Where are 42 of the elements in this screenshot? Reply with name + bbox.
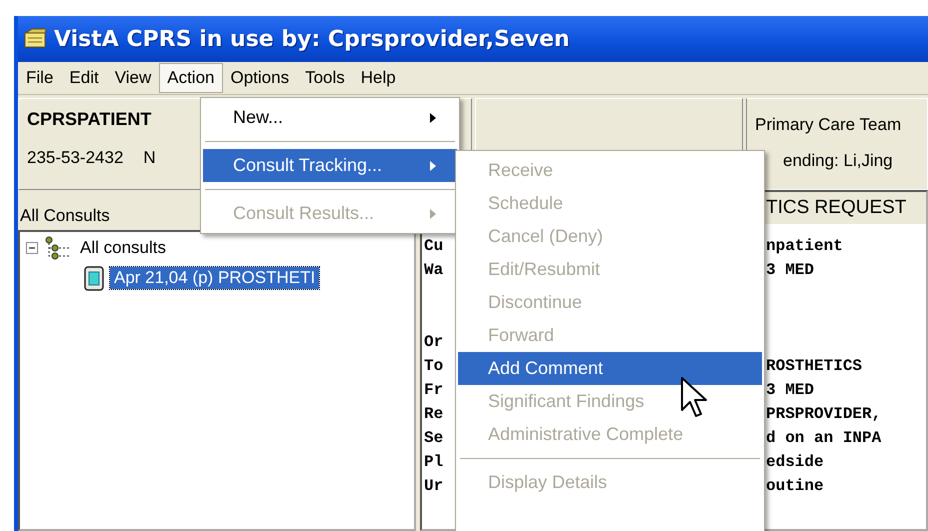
notepad-icon (22, 28, 48, 50)
detail-text: To (424, 357, 444, 375)
detail-text: Wa (424, 261, 444, 279)
detail-text: Or (424, 333, 444, 351)
menu-option[interactable]: Add Comment (458, 352, 762, 385)
detail-text: 3 MED (765, 261, 814, 279)
menu-item[interactable]: Tools (297, 63, 353, 93)
window-title: VistA CPRS in use by: Cprsprovider,Seven (54, 26, 570, 52)
menu-option[interactable]: Consult Tracking... (203, 149, 457, 182)
patient-field: N (143, 148, 156, 168)
attending-label: ending: Li,Jing (783, 151, 894, 171)
menu-item[interactable]: File (18, 63, 62, 93)
menu-item[interactable]: Help (352, 63, 404, 93)
menu-item[interactable]: Action (159, 63, 222, 93)
expand-icon[interactable] (24, 240, 40, 256)
patient-ssn: 235-53-2432 (27, 148, 124, 168)
pane-title: All Consults (20, 206, 110, 225)
detail-text: npatient (765, 237, 843, 255)
detail-text: PRSPROVIDER, (765, 405, 882, 423)
menu-item[interactable]: Options (222, 63, 298, 93)
details-title: TICS REQUEST (766, 197, 906, 219)
menu-item[interactable]: Edit (61, 63, 107, 93)
detail-text: 3 MED (765, 381, 814, 399)
patient-name: CPRSPATIENT (27, 109, 152, 130)
menu-item[interactable]: View (106, 63, 160, 93)
detail-text: edside (765, 453, 824, 471)
detail-text: outine (765, 477, 824, 495)
detail-text: ROSTHETICS (765, 357, 862, 375)
tree-node[interactable]: Apr 21,04 (p) PROSTHETI (110, 267, 320, 289)
detail-text: Se (424, 429, 444, 447)
detail-text: Cu (424, 237, 444, 255)
detail-text: d on an INPA (765, 429, 882, 447)
detail-text: Fr (424, 381, 444, 399)
note-icon (82, 264, 106, 292)
pointer-cursor-icon (680, 376, 710, 420)
tree-node[interactable]: All consults (76, 237, 170, 259)
primary-care-team: Primary Care Team (755, 115, 902, 135)
detail-text: Pl (424, 453, 444, 471)
detail-text: Ur (424, 477, 444, 495)
detail-text: Re (424, 405, 444, 423)
tree-root-icon (44, 235, 72, 261)
menu-option[interactable]: New... (203, 101, 457, 134)
